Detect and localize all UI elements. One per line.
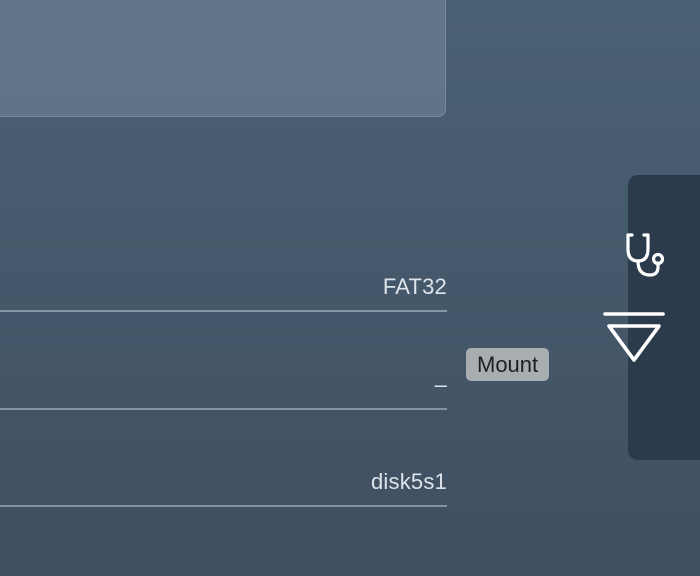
row-divider [0, 408, 447, 410]
mount-button[interactable] [599, 304, 669, 374]
stethoscope-icon [626, 233, 665, 277]
first-aid-button[interactable] [615, 220, 685, 290]
info-value-empty: – [434, 372, 447, 397]
info-row-device: disk5s1 [0, 467, 447, 507]
row-divider [0, 310, 447, 312]
info-value-format: FAT32 [382, 274, 447, 299]
toolbar-sidebar [603, 175, 700, 460]
info-row-format: FAT32 [0, 272, 447, 312]
mount-icon [603, 312, 665, 362]
info-row-placeholder: – [0, 370, 447, 410]
row-divider [0, 505, 447, 507]
info-value-device: disk5s1 [371, 469, 447, 494]
volume-overview-panel [0, 0, 446, 117]
mount-tooltip: Mount [466, 348, 550, 381]
